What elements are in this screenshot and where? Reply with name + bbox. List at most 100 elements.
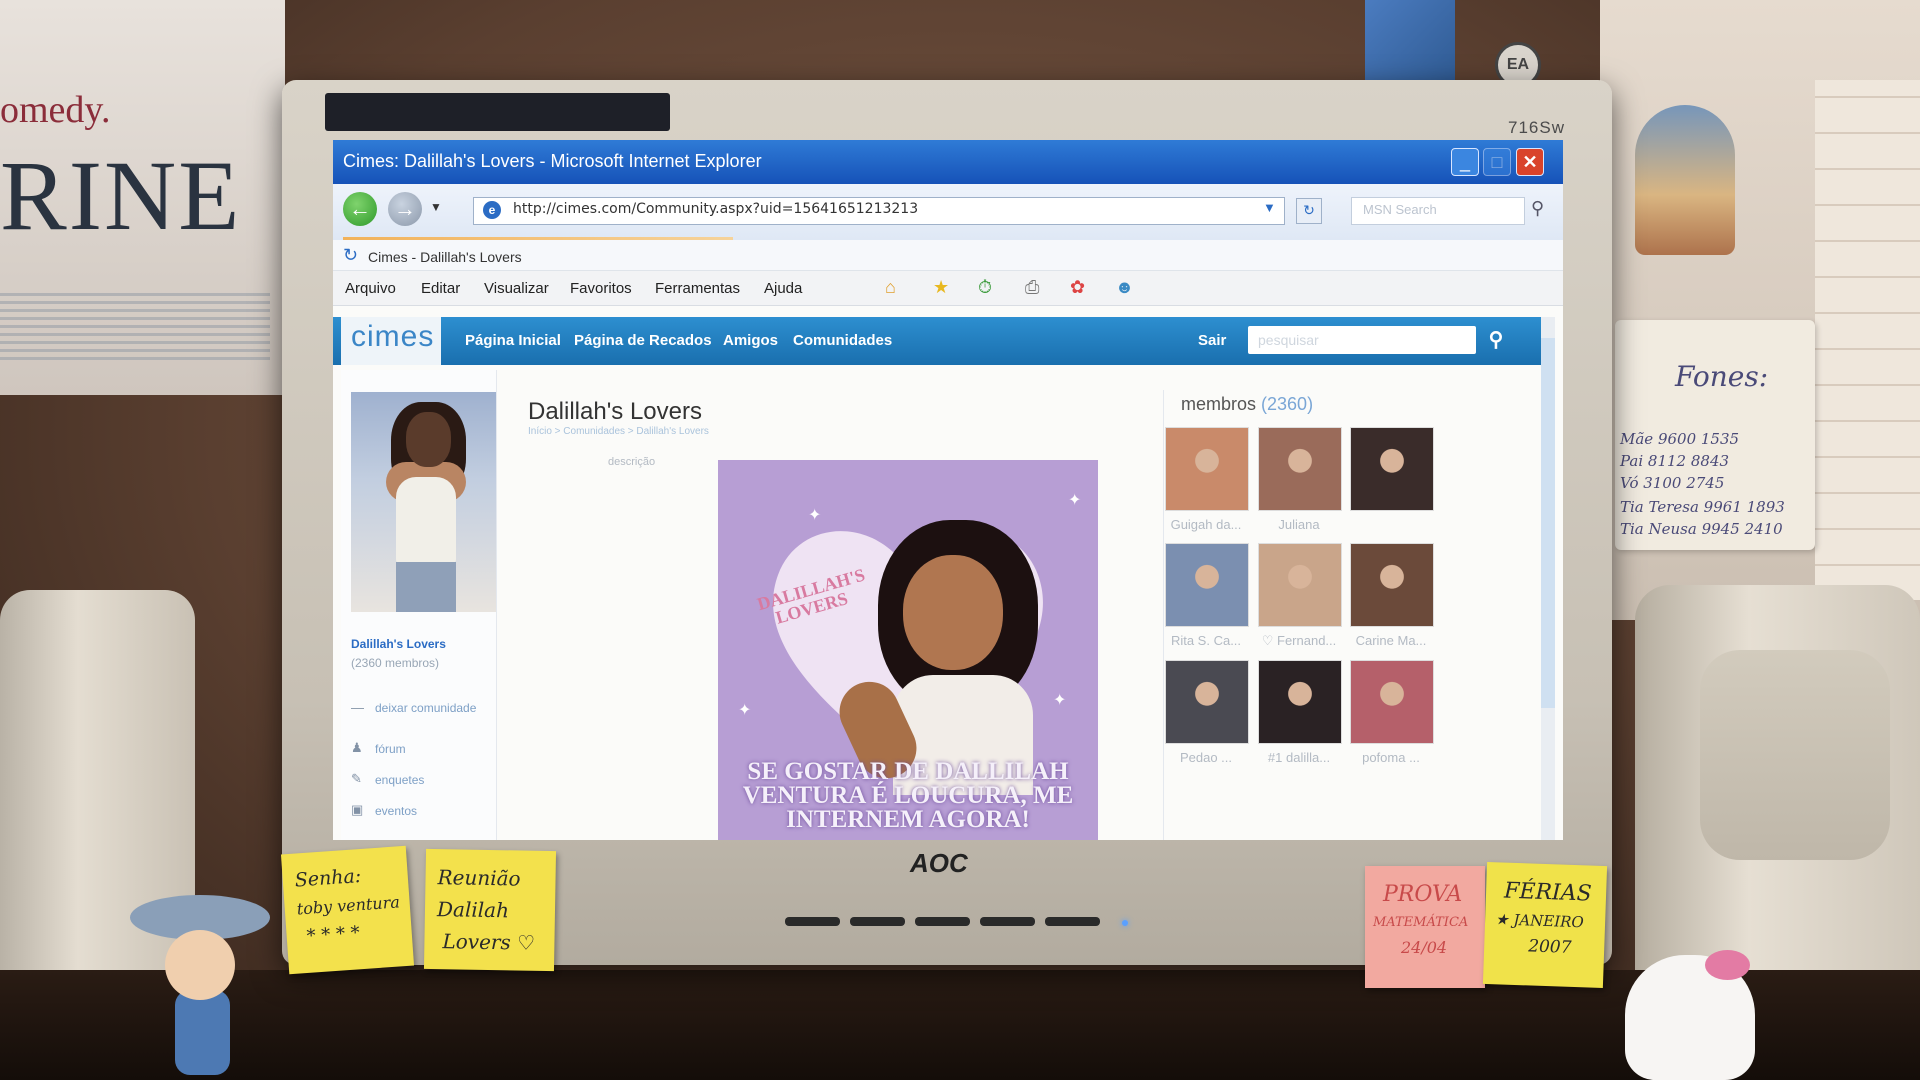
menu-arquivo[interactable]: Arquivo xyxy=(345,280,396,297)
address-dropdown-icon[interactable]: ▼ xyxy=(1263,200,1276,215)
sticky-line: MATEMÁTICA xyxy=(1373,915,1469,930)
poster-text-comedy: omedy. xyxy=(0,89,111,131)
sticky-line: ★ JANEIRO xyxy=(1494,910,1585,932)
member-photo[interactable] xyxy=(1258,543,1342,627)
member-photo[interactable] xyxy=(1350,660,1434,744)
menu-visualizar[interactable]: Visualizar xyxy=(484,280,549,297)
loading-icon: ↻ xyxy=(343,245,359,265)
community-photo[interactable] xyxy=(351,392,496,612)
leave-icon: — xyxy=(351,700,364,715)
monitor-button[interactable] xyxy=(850,917,905,926)
taskbar-strip xyxy=(325,93,670,131)
monitor-model-label: 716Sw xyxy=(1508,118,1565,137)
member-photo[interactable] xyxy=(1165,543,1249,627)
site-search-placeholder: pesquisar xyxy=(1258,332,1319,348)
sticky-line: 2007 xyxy=(1527,936,1572,958)
sparkle-icon: ✦ xyxy=(1068,492,1082,509)
power-led xyxy=(1122,920,1128,926)
favorites-star-icon[interactable]: ★ xyxy=(933,277,949,298)
poster-credits xyxy=(0,290,270,360)
screen: Cimes: Dalillah's Lovers - Microsoft Int… xyxy=(333,140,1563,840)
sticky-note-password: Senha: toby ventura * * * * xyxy=(280,845,415,975)
close-button[interactable]: ✕ xyxy=(1516,148,1544,176)
monitor-button[interactable] xyxy=(915,917,970,926)
minimize-button[interactable]: _ xyxy=(1451,148,1479,176)
tab-title[interactable]: Cimes - Dalillah's Lovers xyxy=(368,249,522,265)
maximize-button[interactable]: □ xyxy=(1483,148,1511,176)
print-icon[interactable]: ⎙ xyxy=(1025,277,1039,298)
logout-link[interactable]: Sair xyxy=(1198,332,1226,349)
phone-line: Pai 8112 8843 xyxy=(1620,452,1730,470)
refresh-icon[interactable]: ↻ xyxy=(1296,198,1322,224)
periodic-table-poster xyxy=(1815,80,1920,600)
banner-face xyxy=(903,555,1003,670)
poll-icon: ✎ xyxy=(351,771,362,786)
member-photo[interactable] xyxy=(1258,427,1342,511)
poster-title: RINE xyxy=(0,140,242,251)
members-heading[interactable]: membros (2360) xyxy=(1181,394,1313,415)
sparkle-icon: ✦ xyxy=(808,507,822,524)
forward-arrow-icon[interactable]: → xyxy=(388,192,422,226)
phone-card-title: Fones: xyxy=(1675,360,1769,393)
saint-card xyxy=(1635,105,1735,255)
member-name[interactable]: Juliana xyxy=(1244,517,1354,532)
monitor-power-button[interactable] xyxy=(1045,917,1100,926)
menu-editar[interactable]: Editar xyxy=(421,280,460,297)
address-url[interactable]: http://cimes.com/Community.aspx?uid=1564… xyxy=(513,201,918,217)
polls-link[interactable]: enquetes xyxy=(375,773,424,787)
monitor-button[interactable] xyxy=(785,917,840,926)
member-name[interactable]: pofoma ... xyxy=(1336,750,1446,765)
nav-amigos[interactable]: Amigos xyxy=(723,332,778,349)
forum-link[interactable]: fórum xyxy=(375,742,406,756)
menu-ajuda[interactable]: Ajuda xyxy=(764,280,802,297)
doll-body xyxy=(175,990,230,1075)
sticky-line: Lovers ♡ xyxy=(442,929,536,955)
sticky-line: Dalilah xyxy=(436,897,510,923)
sticky-note-exam: PROVA MATEMÁTICA 24/04 xyxy=(1365,866,1485,988)
msn-search-placeholder: MSN Search xyxy=(1363,202,1437,217)
search-icon[interactable]: ⚲ xyxy=(1483,326,1509,354)
history-icon[interactable]: ⏱ xyxy=(978,277,992,298)
community-banner-image: DALILLAH'S LOVERS ✦ ✦ ✦ ✦ SE GOSTAR DE D… xyxy=(718,460,1098,840)
sims-game-box xyxy=(1365,0,1455,85)
nav-pagina-inicial[interactable]: Página Inicial xyxy=(465,332,561,349)
sticky-line: Reunião xyxy=(437,865,521,891)
member-photo[interactable] xyxy=(1258,660,1342,744)
search-icon[interactable]: ⚲ xyxy=(1531,198,1544,219)
menu-ferramentas[interactable]: Ferramentas xyxy=(655,280,740,297)
member-photo[interactable] xyxy=(1350,543,1434,627)
nav-pagina-de-recados[interactable]: Página de Recados xyxy=(574,332,712,349)
member-photo[interactable] xyxy=(1350,427,1434,511)
phone-line: Vó 3100 2745 xyxy=(1620,474,1725,492)
leave-community-link[interactable]: deixar comunidade xyxy=(375,701,476,715)
home-icon[interactable]: ⌂ xyxy=(885,277,896,298)
back-arrow-icon[interactable]: ← xyxy=(343,192,377,226)
community-member-count: (2360 membros) xyxy=(351,656,440,670)
member-photo[interactable] xyxy=(1165,427,1249,511)
member-photo[interactable] xyxy=(1165,660,1249,744)
history-dropdown-icon[interactable]: ▼ xyxy=(430,200,442,214)
nav-comunidades[interactable]: Comunidades xyxy=(793,332,892,349)
breadcrumb[interactable]: Início > Comunidades > Dalillah's Lovers xyxy=(528,426,709,437)
ie-page-icon: e xyxy=(483,201,501,219)
forum-icon: ♟ xyxy=(351,740,363,755)
community-title: Dalillah's Lovers xyxy=(528,398,702,425)
events-link[interactable]: eventos xyxy=(375,804,417,818)
photo-face xyxy=(406,412,451,467)
column-divider xyxy=(1163,390,1164,840)
community-name-link[interactable]: Dalillah's Lovers xyxy=(351,637,446,651)
events-icon: ▣ xyxy=(351,802,364,817)
members-label: membros xyxy=(1181,394,1257,414)
sticky-line: 24/04 xyxy=(1401,938,1448,957)
messenger-icon[interactable]: ☻ xyxy=(1115,277,1134,298)
window-title: Cimes: Dalillah's Lovers - Microsoft Int… xyxy=(343,151,762,171)
menu-favoritos[interactable]: Favoritos xyxy=(570,280,632,297)
description-label: descrição xyxy=(608,456,656,468)
site-logo[interactable]: cimes xyxy=(351,320,434,354)
scrollbar-thumb[interactable] xyxy=(1541,338,1555,708)
msn-butterfly-icon[interactable]: ✿ xyxy=(1070,277,1085,298)
sticky-note-vacation: FÉRIAS ★ JANEIRO 2007 xyxy=(1482,861,1608,989)
member-name[interactable]: Carine Ma... xyxy=(1336,633,1446,648)
monitor-button[interactable] xyxy=(980,917,1035,926)
banner-caption: SE GOSTAR DE DALLILAH VENTURA É LOUCURA,… xyxy=(742,758,1074,833)
